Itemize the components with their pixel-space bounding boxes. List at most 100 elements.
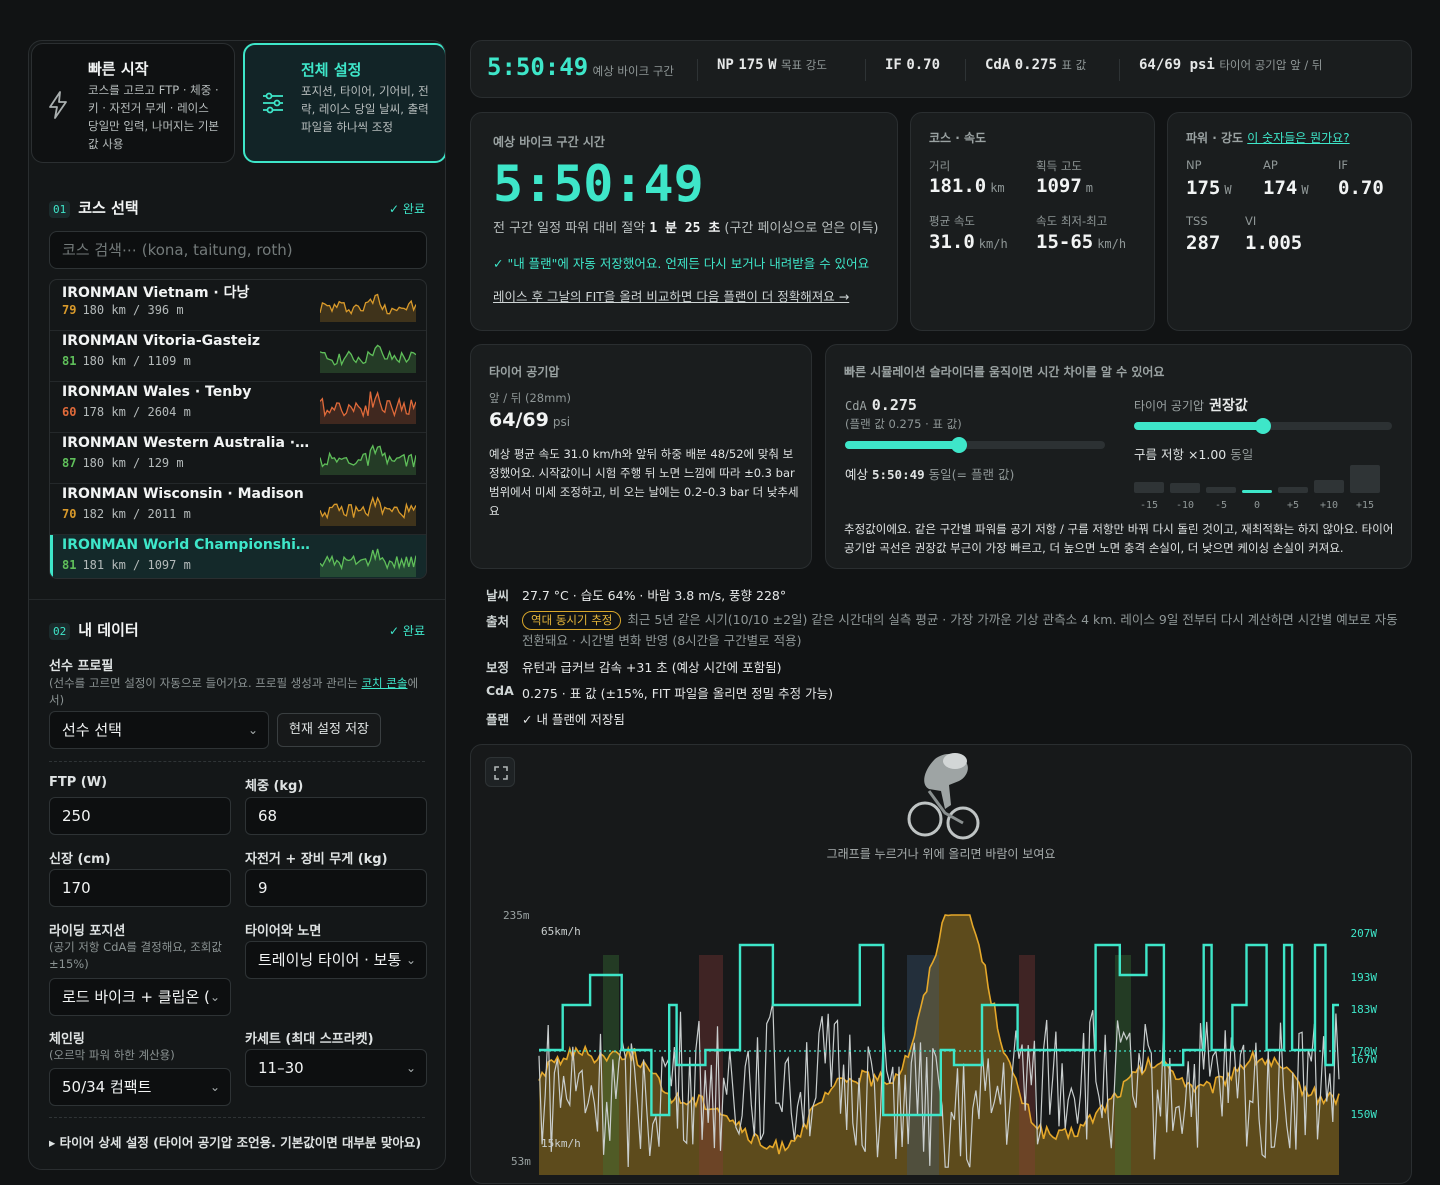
cda-slider-fill (845, 441, 960, 449)
distance-value: 181.0 km (929, 175, 1005, 197)
cda-slider-knob[interactable] (951, 437, 968, 453)
power-card-caption: 파워 · 강도 이 숫자들은 뭔가요? (1186, 131, 1350, 145)
course-name: IRONMAN Vietnam · 다낭 (62, 285, 250, 301)
tss-value: 287 (1186, 232, 1221, 254)
power-card: 파워 · 강도 이 숫자들은 뭔가요? NP 175 W AP 174 W IF 0… (1167, 112, 1412, 331)
course-name: IRONMAN Wales · Tenby (62, 384, 252, 400)
pressure-bar (1314, 480, 1344, 493)
course-item[interactable]: IRONMAN Western Australia · Bus⋯ 87180 km… (50, 433, 426, 484)
course-item[interactable]: IRONMAN Wisconsin · Madison 70 182 km / 20… (50, 484, 426, 535)
pressure-bar (1134, 481, 1164, 493)
course-name: IRONMAN Western Australia · Bus⋯ (62, 435, 310, 451)
sim-cda-label: CdA 0.275 (845, 396, 917, 414)
correction-value: 유턴과 급커브 감속 +31 초 (예상 시간에 포함됨) (522, 660, 782, 675)
cda-key: CdA (486, 683, 514, 698)
tire-advice: 예상 평균 속도 31.0 km/h와 앞뒤 하중 배분 48/52에 맞춰 보… (489, 447, 799, 518)
pressure-bar (1170, 483, 1200, 493)
time-card-caption: 예상 바이크 구간 시간 (493, 135, 605, 149)
tire-select[interactable]: 트레이닝 타이어 · 보통 ⌄ (245, 941, 427, 979)
pressure-bar-label: 0 (1253, 500, 1261, 511)
course-meta: 87 180 km / 129 m (62, 456, 184, 470)
pressure-bar-label: -10 (1175, 500, 1195, 511)
power-axis-label: 150W (1351, 1108, 1378, 1121)
pressure-bar (1350, 465, 1380, 493)
tire-slider-knob[interactable] (1255, 418, 1271, 434)
gain-label: 획득 고도 (1036, 159, 1082, 173)
pressure-bar-label: -5 (1214, 500, 1228, 511)
ftp-input[interactable]: 250 (49, 797, 231, 835)
pressure-bar-chart: -15 -10 -5 0 +5 +10 +15 (1126, 463, 1396, 511)
course-meta: 70 182 km / 2011 m (62, 507, 191, 521)
chevron-down-icon: ⌄ (405, 953, 416, 967)
sim-result: 예상 5:50:49 동일(= 플랜 값) (845, 467, 1015, 482)
full-settings-title: 전체 설정 (301, 61, 362, 79)
full-settings-desc: 포지션, 타이어, 기어비, 전략, 레이스 당일 날씨, 출력 파일을 하나씩… (301, 84, 429, 134)
tire-label: 타이어와 노면 (245, 924, 322, 939)
elevation-sparkline (320, 293, 416, 322)
power-help-link[interactable]: 이 숫자들은 뭔가요? (1247, 131, 1349, 145)
bike-weight-input[interactable]: 9 (245, 869, 427, 907)
height-input[interactable]: 170 (49, 869, 231, 907)
athlete-select[interactable]: 선수 선택 ⌄ (49, 711, 269, 749)
weight-input[interactable]: 68 (245, 797, 427, 835)
tire-pressure-value: 64/69 psi (489, 409, 571, 431)
power-axis-label: 167W (1351, 1053, 1378, 1066)
section-done-badge: ✓ 완료 (389, 624, 425, 638)
quick-start-card[interactable]: 빠른 시작 코스를 고르고 FTP · 체중 · 키 · 자전거 무게 · 레이… (31, 43, 235, 163)
elevation-sparkline (320, 495, 416, 526)
vi-value: 1.005 (1245, 232, 1303, 254)
plan-key: 플랜 (486, 712, 510, 727)
speed-range-label: 속도 최저-최고 (1036, 214, 1108, 228)
chainring-sub: (오르막 파워 하한 계산용) (49, 1048, 175, 1062)
distance-label: 거리 (929, 159, 951, 173)
correction-key: 보정 (486, 660, 510, 675)
course-search-input[interactable] (49, 231, 427, 269)
course-item[interactable]: IRONMAN Vietnam · 다낭 79 180 km / 396 m (50, 280, 426, 331)
course-meta: 81 180 km / 1109 m (62, 354, 191, 368)
weather-key: 날씨 (486, 588, 510, 603)
source-key: 출처 (486, 614, 510, 629)
quick-start-title: 빠른 시작 (88, 60, 149, 78)
pressure-bar (1242, 489, 1272, 493)
speed-max-label: 65km/h (541, 925, 581, 938)
fit-upload-link[interactable]: 레이스 후 그날의 FIT을 올려 비교하면 다음 플랜이 더 정확해져요 → (493, 286, 849, 305)
grade-segment (1115, 955, 1131, 1175)
course-profile-chart[interactable]: 235m53m65km/h15km/h207W193W183W170W167W1… (471, 745, 1413, 1185)
course-item[interactable]: IRONMAN Wales · Tenby 60 178 km / 2604 m (50, 382, 426, 433)
big-time: 5:50:49 (493, 155, 704, 213)
cassette-select[interactable]: 11–30 ⌄ (245, 1049, 427, 1087)
course-name: IRONMAN Vitoria-Gasteiz (62, 333, 261, 349)
course-item[interactable]: IRONMAN World Championship · ⋯ 81 181 km /… (50, 535, 426, 578)
sparkline-area (320, 345, 416, 373)
tire-card-caption: 타이어 공기압 (489, 365, 560, 379)
chainring-select[interactable]: 50/34 컴팩트 ⌄ (49, 1068, 231, 1106)
course-speed-card: 코스 · 속도 거리 181.0 km 획득 고도 1097 m 평균 속도 31.… (910, 112, 1155, 331)
sim-cda-sub: (플랜 값 0.275 · 표 값) (845, 417, 962, 431)
profile-label: 선수 프로필 (49, 659, 114, 674)
power-axis-label: 193W (1351, 971, 1378, 984)
np-label: NP (1186, 158, 1202, 172)
setup-panel: 빠른 시작 코스를 고르고 FTP · 체중 · 키 · 자전거 무게 · 레이… (28, 40, 446, 1170)
plan-value: ✓ 내 플랜에 저장됨 (522, 712, 625, 727)
tire-pressure-slider[interactable] (1134, 418, 1392, 434)
summary-if: IF 0.70 (885, 57, 941, 73)
position-select[interactable]: 로드 바이크 + 클립온 (⌄ (49, 978, 231, 1016)
full-settings-card[interactable]: 전체 설정 포지션, 타이어, 기어비, 전략, 레이스 당일 날씨, 출력 파… (243, 43, 445, 163)
course-graph-card[interactable]: 그래프를 누르거나 위에 올리면 바람이 보여요 235m 53m 65km/h 15… (470, 744, 1412, 1184)
course-item[interactable]: IRONMAN Vitoria-Gasteiz 81 180 km / 1109 m (50, 331, 426, 382)
summary-cda: CdA 0.275 표 값 (985, 57, 1087, 73)
tire-pressure-card: 타이어 공기압 앞 / 뒤 (28mm) 64/69 psi 예상 평균 속도 3… (470, 344, 812, 569)
tire-card-sub: 앞 / 뒤 (28mm) (489, 391, 572, 405)
sim-note: 추정값이에요. 같은 구간별 파워를 공기 저항 / 구름 저항만 바꿔 다시 … (844, 522, 1394, 555)
save-settings-button[interactable]: 현재 설정 저장 (277, 713, 381, 747)
section-done-badge: ✓ 완료 (389, 202, 425, 216)
cassette-label: 카세트 (최대 스프라켓) (245, 1032, 374, 1047)
pressure-bar-label: -15 (1139, 500, 1159, 511)
cda-slider[interactable] (845, 437, 1105, 453)
tire-detail-toggle[interactable]: ▸ 타이어 상세 설정 (타이어 공기압 조언용. 기본값이면 대부분 맞아요) (49, 1132, 421, 1151)
coach-console-link[interactable]: 코치 콘솔 (361, 676, 407, 690)
summary-time: 5:50:49 예상 바이크 구간 (487, 53, 674, 81)
autosave-note: ✓ "내 플랜"에 자동 저장했어요. 언제든 다시 보거나 내려받을 수 있어… (493, 256, 870, 271)
avg-speed-label: 평균 속도 (929, 214, 975, 228)
elevation-sparkline (320, 390, 416, 424)
